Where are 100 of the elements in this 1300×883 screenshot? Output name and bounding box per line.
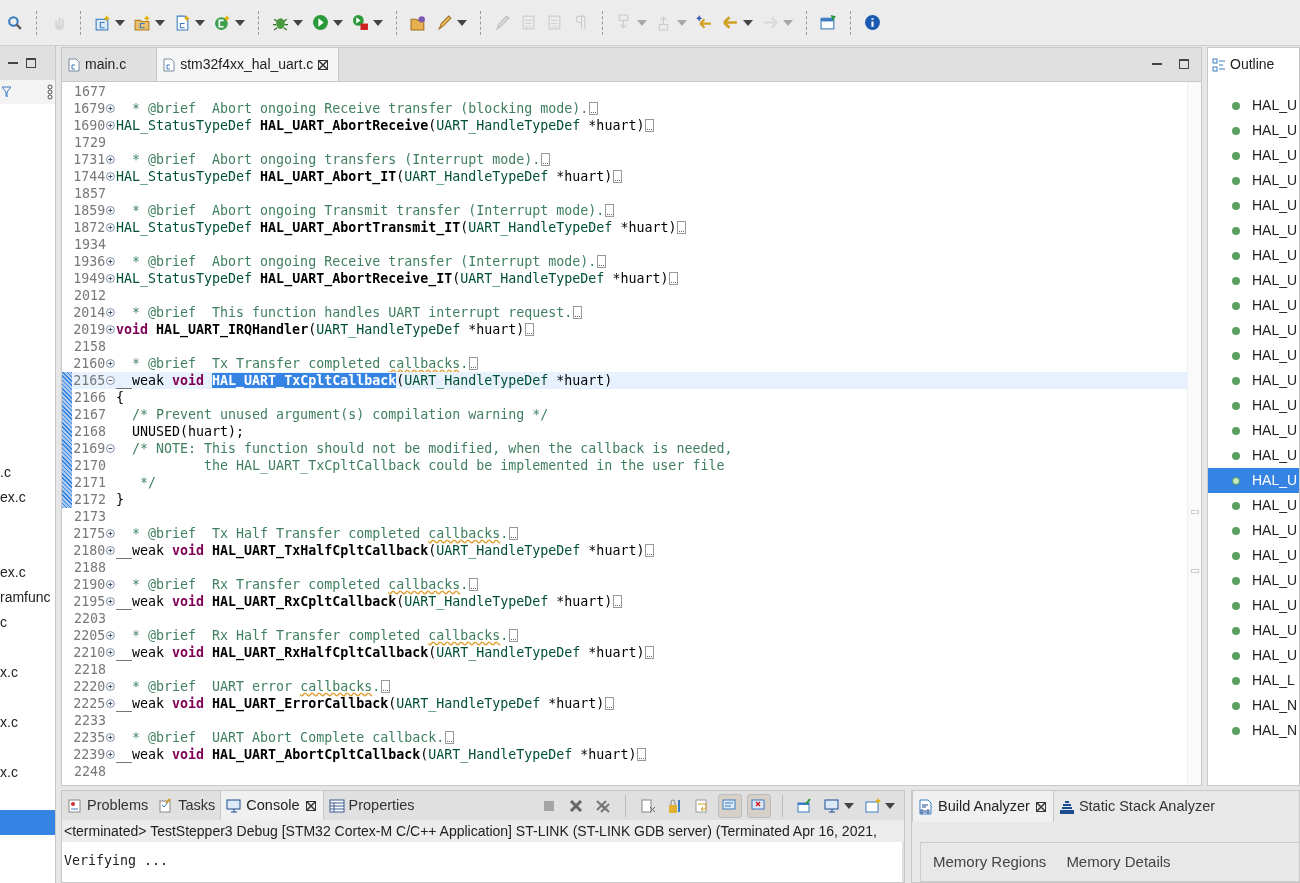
tree-item[interactable]: x.c	[0, 710, 55, 735]
more-icon[interactable]	[47, 84, 53, 100]
folded-code-icon[interactable]	[573, 306, 583, 319]
folded-code-icon[interactable]	[525, 323, 535, 336]
folded-code-icon[interactable]	[645, 646, 655, 659]
dropdown-caret-icon[interactable]	[843, 802, 854, 809]
outline-item[interactable]: HAL_U	[1208, 393, 1299, 418]
expand-icon[interactable]	[106, 172, 115, 181]
expand-icon[interactable]	[106, 546, 115, 555]
view-tab[interactable]: Problems	[62, 791, 154, 820]
expand-icon[interactable]	[106, 733, 115, 742]
dropdown-caret-icon[interactable]	[293, 19, 303, 26]
outline-item[interactable]: HAL_U	[1208, 643, 1299, 668]
outline-item[interactable]: HAL_N	[1208, 693, 1299, 718]
expand-icon[interactable]	[106, 104, 115, 113]
outline-item[interactable]: HAL_U	[1208, 268, 1299, 293]
folded-code-icon[interactable]	[469, 578, 479, 591]
view-tab[interactable]: Tasks	[153, 791, 221, 820]
folded-code-icon[interactable]	[669, 272, 679, 285]
outline-item[interactable]: HAL_U	[1208, 443, 1299, 468]
outline-item[interactable]: HAL_U	[1208, 293, 1299, 318]
view-tab[interactable]: Console	[220, 791, 324, 820]
expand-icon[interactable]	[106, 274, 115, 283]
expand-icon[interactable]	[106, 580, 115, 589]
outline-item[interactable]: HAL_U	[1208, 418, 1299, 443]
close-icon[interactable]	[1035, 801, 1046, 812]
folded-code-icon[interactable]	[605, 204, 615, 217]
outline-tab[interactable]: Outline	[1230, 54, 1275, 75]
folded-code-icon[interactable]	[509, 527, 519, 540]
outline-item[interactable]: HAL_U	[1208, 593, 1299, 618]
expand-icon[interactable]	[106, 699, 115, 708]
close-icon[interactable]	[318, 59, 329, 70]
outline-item[interactable]: HAL_N	[1208, 718, 1299, 743]
folded-code-icon[interactable]	[469, 357, 479, 370]
outline-item[interactable]: HAL_U	[1208, 468, 1299, 493]
tree-item[interactable]: x.c	[0, 660, 55, 685]
expand-icon[interactable]	[106, 359, 115, 368]
editor-tab[interactable]: stm32f4xx_hal_uart.c	[157, 48, 340, 81]
folded-code-icon[interactable]	[605, 697, 615, 710]
folded-code-icon[interactable]	[645, 119, 655, 132]
expand-icon[interactable]	[106, 750, 115, 759]
dropdown-caret-icon[interactable]	[155, 19, 165, 26]
view-tab[interactable]: Properties	[323, 791, 420, 820]
expand-icon[interactable]	[106, 308, 115, 317]
expand-icon[interactable]	[106, 682, 115, 691]
folded-code-icon[interactable]	[445, 731, 455, 744]
outline-item[interactable]: HAL_U	[1208, 193, 1299, 218]
outline-item[interactable]: HAL_U	[1208, 543, 1299, 568]
view-tab[interactable]: Static Stack Analyzer	[1053, 791, 1221, 822]
folded-code-icon[interactable]	[677, 221, 687, 234]
expand-icon[interactable]	[106, 121, 115, 130]
expand-icon[interactable]	[106, 325, 115, 334]
folded-code-icon[interactable]	[509, 629, 519, 642]
tree-item[interactable]: c	[0, 610, 55, 635]
dropdown-caret-icon[interactable]	[884, 802, 895, 809]
expand-icon[interactable]	[106, 529, 115, 538]
expand-icon[interactable]	[106, 597, 115, 606]
outline-item[interactable]: HAL_U	[1208, 493, 1299, 518]
expand-icon[interactable]	[106, 257, 115, 266]
folded-code-icon[interactable]	[381, 680, 391, 693]
folded-code-icon[interactable]	[637, 748, 647, 761]
collapse-icon[interactable]	[106, 444, 115, 453]
collapse-icon[interactable]	[106, 376, 115, 385]
filter-icon[interactable]	[2, 86, 11, 98]
subtab[interactable]: Memory Details	[1066, 851, 1171, 874]
folded-code-icon[interactable]	[597, 255, 607, 268]
outline-item[interactable]: HAL_U	[1208, 343, 1299, 368]
dropdown-caret-icon[interactable]	[457, 19, 467, 26]
outline-item[interactable]: HAL_U	[1208, 518, 1299, 543]
outline-item[interactable]: HAL_U	[1208, 368, 1299, 393]
tree-item[interactable]: ex.c	[0, 485, 55, 510]
dropdown-caret-icon[interactable]	[743, 19, 753, 26]
folded-code-icon[interactable]	[589, 102, 599, 115]
outline-item[interactable]: HAL_U	[1208, 243, 1299, 268]
outline-item[interactable]: HAL_U	[1208, 118, 1299, 143]
close-icon[interactable]	[305, 800, 316, 811]
outline-item[interactable]: HAL_U	[1208, 318, 1299, 343]
dropdown-caret-icon[interactable]	[235, 19, 245, 26]
folded-code-icon[interactable]	[645, 544, 655, 557]
dropdown-caret-icon[interactable]	[195, 19, 205, 26]
folded-code-icon[interactable]	[541, 153, 551, 166]
outline-item[interactable]: HAL_U	[1208, 218, 1299, 243]
folded-code-icon[interactable]	[613, 170, 623, 183]
expand-icon[interactable]	[106, 648, 115, 657]
outline-item[interactable]: HAL_U	[1208, 618, 1299, 643]
outline-item[interactable]: HAL_U	[1208, 93, 1299, 118]
maximize-icon[interactable]	[1179, 59, 1189, 69]
tree-item[interactable]: ex.c	[0, 560, 55, 585]
expand-icon[interactable]	[106, 155, 115, 164]
folded-code-icon[interactable]	[613, 595, 623, 608]
outline-item[interactable]: HAL_U	[1208, 168, 1299, 193]
tree-item[interactable]: .c	[0, 460, 55, 485]
tree-item[interactable]: x.c	[0, 760, 55, 785]
dropdown-caret-icon[interactable]	[333, 19, 343, 26]
dropdown-caret-icon[interactable]	[373, 19, 383, 26]
expand-icon[interactable]	[106, 223, 115, 232]
outline-item[interactable]: HAL_U	[1208, 568, 1299, 593]
subtab[interactable]: Memory Regions	[933, 851, 1047, 874]
outline-item[interactable]: HAL_U	[1208, 143, 1299, 168]
outline-item[interactable]: HAL_L	[1208, 668, 1299, 693]
